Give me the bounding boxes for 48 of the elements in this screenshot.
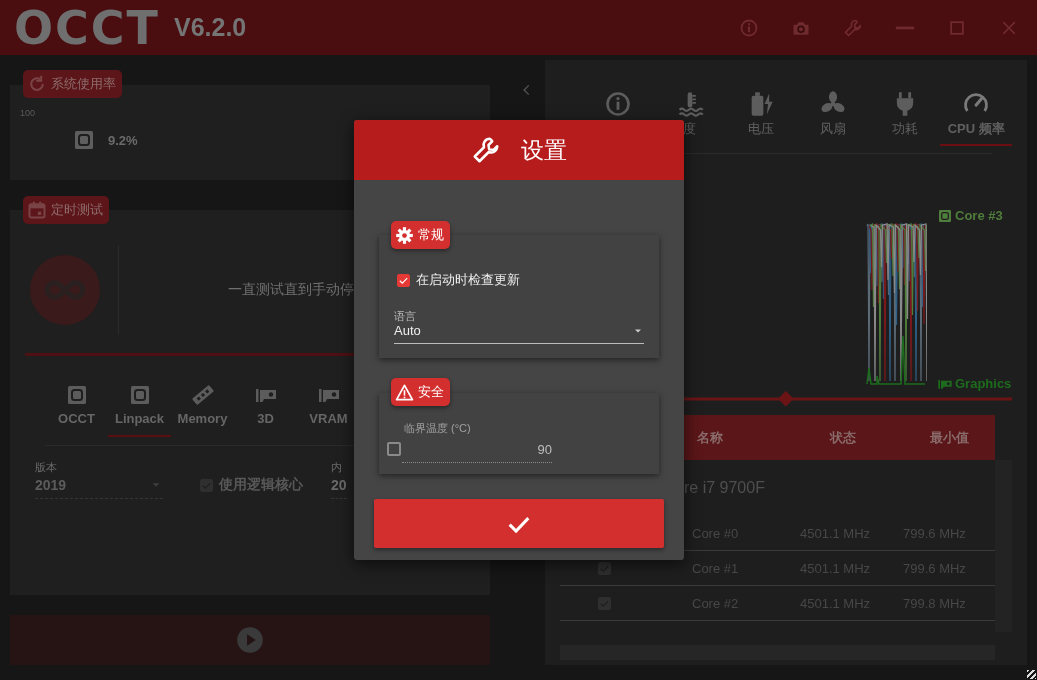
info-icon bbox=[739, 17, 759, 38]
row-checkbox[interactable] bbox=[598, 561, 611, 575]
test-tab[interactable]: Memory bbox=[171, 383, 234, 437]
monitor-tab[interactable]: 度 bbox=[653, 90, 726, 146]
checkbox[interactable] bbox=[387, 442, 401, 456]
section-title: 常规 bbox=[418, 226, 444, 244]
calendar-icon bbox=[27, 200, 47, 220]
dialog-title: 设置 bbox=[521, 135, 567, 165]
version-dropdown[interactable]: 版本 2019 bbox=[35, 461, 163, 499]
gear-icon bbox=[395, 225, 414, 245]
language-dropdown[interactable]: 语言 Auto bbox=[394, 310, 644, 344]
test-tab[interactable]: 3D bbox=[234, 383, 297, 437]
confirm-button[interactable] bbox=[374, 499, 664, 548]
monitor-tab[interactable]: CPU 频率 bbox=[940, 90, 1013, 146]
minimize-icon bbox=[895, 25, 915, 30]
vertical-scrollbar[interactable] bbox=[995, 460, 1012, 632]
test-mode-text: 一直测试直到手动停 bbox=[228, 281, 354, 299]
memory-field[interactable]: 内 20 bbox=[331, 461, 347, 499]
temperature-field[interactable]: 临界温度 (°C) 90 bbox=[402, 422, 552, 463]
column-header: 名称 bbox=[696, 428, 724, 447]
test-tab[interactable]: VRAM bbox=[297, 383, 360, 437]
chip-icon bbox=[72, 128, 96, 152]
column-header: 状态 bbox=[828, 428, 857, 447]
column-header: 最小值 bbox=[929, 428, 970, 447]
section-title: 定时测试 bbox=[51, 201, 103, 219]
test-tab[interactable]: OCCT bbox=[45, 383, 108, 437]
section-title: 系统使用率 bbox=[51, 75, 116, 93]
monitor-tab[interactable]: 电压 bbox=[725, 90, 797, 146]
checkbox[interactable] bbox=[397, 273, 410, 287]
legend-label: Graphics bbox=[955, 376, 1012, 392]
play-icon bbox=[236, 626, 264, 654]
monitor-tab[interactable]: 风扇 bbox=[797, 90, 869, 146]
cpu-load-value: 9.2% bbox=[108, 132, 138, 148]
settings-icon bbox=[843, 17, 863, 38]
app-logo: OCCT bbox=[14, 4, 160, 51]
test-tab[interactable]: Linpack bbox=[108, 383, 171, 437]
app-version: V6.2.0 bbox=[174, 15, 247, 40]
refresh-icon bbox=[27, 74, 47, 94]
legend-label: Core #3 bbox=[955, 208, 1003, 224]
wrench-icon bbox=[471, 135, 501, 165]
resize-grip[interactable] bbox=[1027, 670, 1036, 679]
checkbox-label: 使用逻辑核心 bbox=[219, 476, 303, 494]
warning-icon bbox=[395, 382, 414, 402]
info-icon bbox=[603, 90, 632, 118]
section-title: 安全 bbox=[418, 383, 444, 401]
checkbox-label: 在启动时检查更新 bbox=[416, 271, 520, 289]
play-button[interactable] bbox=[236, 626, 264, 654]
monitor-tab[interactable]: 功耗 bbox=[868, 90, 941, 146]
